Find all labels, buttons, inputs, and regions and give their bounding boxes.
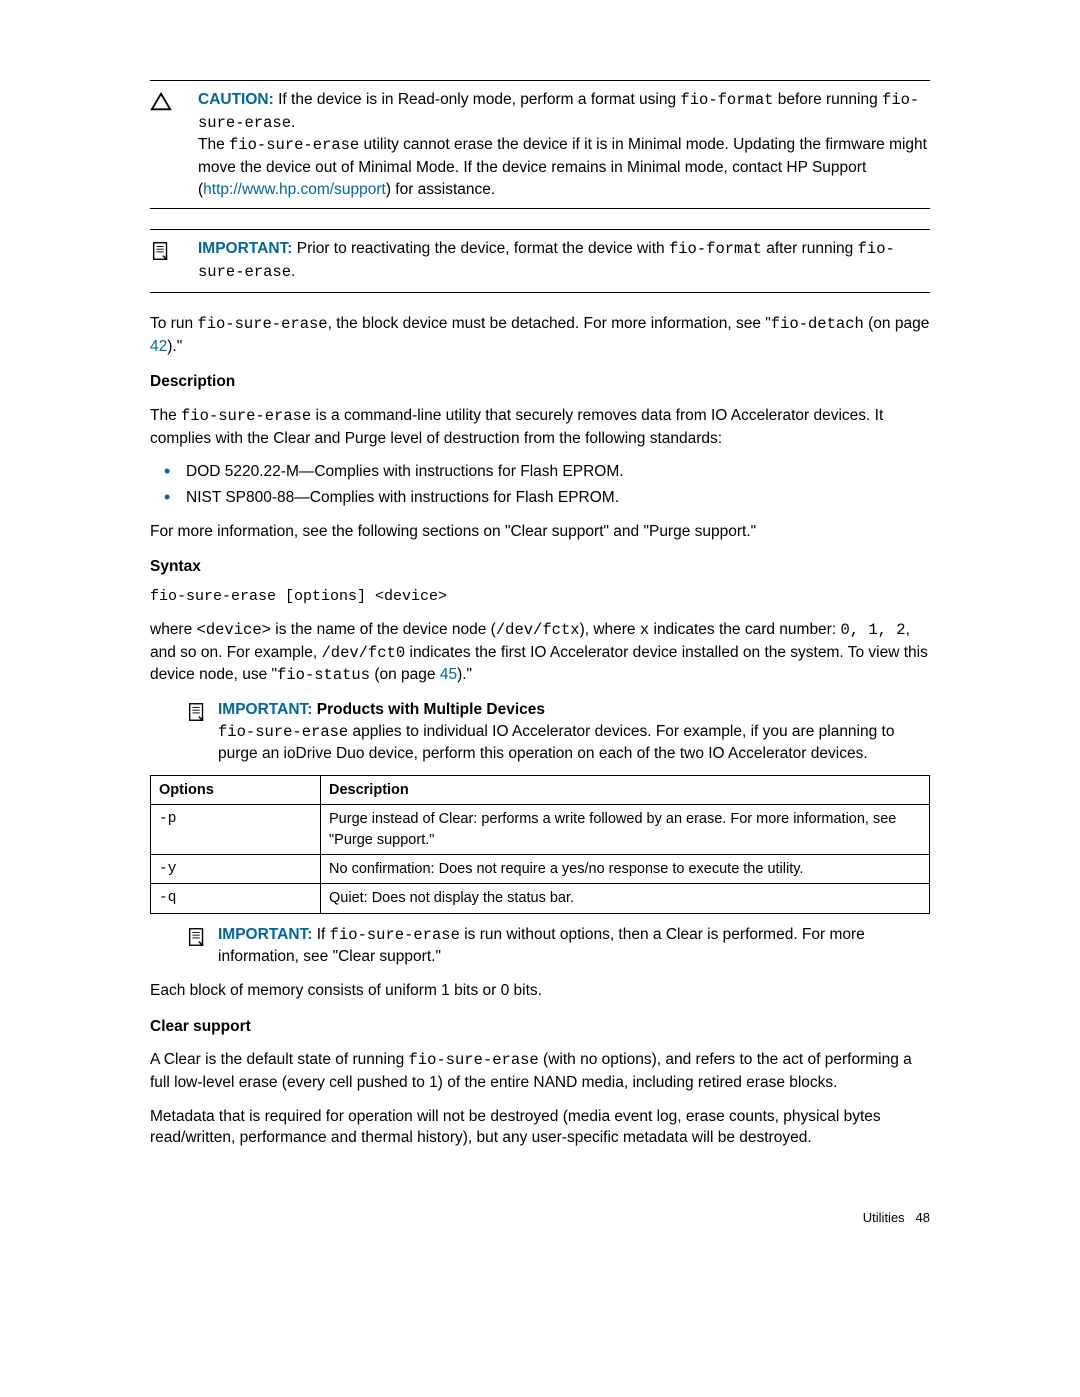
list-item: DOD 5220.22-M—Complies with instructions… <box>150 461 930 483</box>
important-callout-3: IMPORTANT: If fio-sure-erase is run with… <box>150 924 930 968</box>
table-row: -y No confirmation: Does not require a y… <box>151 855 930 884</box>
clear1-cmd: fio-sure-erase <box>409 1051 539 1069</box>
header-description: Description <box>321 776 930 805</box>
para-clear-2: Metadata that is required for operation … <box>150 1106 930 1149</box>
detach-cmd: fio-sure-erase <box>197 315 327 333</box>
where-t2: ), where <box>580 621 640 638</box>
desc-cell: Quiet: Does not display the status bar. <box>321 884 930 913</box>
table-row: -q Quiet: Does not display the status ba… <box>151 884 930 913</box>
para-detach: To run fio-sure-erase, the block device … <box>150 313 930 357</box>
desc-pre: The <box>150 407 181 424</box>
heading-description: Description <box>150 371 930 393</box>
desc-cmd: fio-sure-erase <box>181 407 311 425</box>
opt-cell: -p <box>151 805 321 855</box>
where-t7: )." <box>457 666 472 683</box>
important-3-body: IMPORTANT: If fio-sure-erase is run with… <box>218 924 930 968</box>
imp2-title: Products with Multiple Devices <box>317 701 545 718</box>
table-row: -p Purge instead of Clear: performs a wr… <box>151 805 930 855</box>
where-path: /dev/fctx <box>496 621 580 639</box>
imp1-cmd1: fio-format <box>669 240 762 258</box>
detach-mid: , the block device must be detached. For… <box>328 315 771 332</box>
heading-clear-support: Clear support <box>150 1016 930 1038</box>
where-x: x <box>640 621 649 639</box>
caution-text-2a: The <box>198 136 229 153</box>
imp1-pre: Prior to reactivating the device, format… <box>297 240 669 257</box>
where-path2: /dev/fct0 <box>321 644 405 662</box>
caution-callout: CAUTION: If the device is in Read-only m… <box>150 80 930 209</box>
important-2-body: IMPORTANT: Products with Multiple Device… <box>218 699 930 765</box>
note-icon <box>150 699 218 765</box>
where-cmd: fio-status <box>277 666 370 684</box>
imp3-post: is run without options, then a Clear is … <box>218 926 865 966</box>
footer-page: 48 <box>916 1210 930 1225</box>
opt-cell: -y <box>151 855 321 884</box>
desc-cell: Purge instead of Clear: performs a write… <box>321 805 930 855</box>
syntax-block: fio-sure-erase [options] <device> <box>150 586 930 607</box>
important-label-2: IMPORTANT: <box>218 701 312 718</box>
where-dev: <device> <box>197 621 271 639</box>
caution-label: CAUTION: <box>198 91 274 108</box>
para-where: where <device> is the name of the device… <box>150 619 930 687</box>
imp3-cmd: fio-sure-erase <box>330 926 460 944</box>
imp3-pre: If <box>317 926 330 943</box>
note-icon <box>150 238 198 283</box>
heading-syntax: Syntax <box>150 556 930 578</box>
imp1-end: . <box>291 263 295 280</box>
caution-text-2c: ) for assistance. <box>386 181 495 198</box>
detach-cmd2: fio-detach <box>771 315 864 333</box>
important-callout-1: IMPORTANT: Prior to reactivating the dev… <box>150 229 930 292</box>
where-t1: is the name of the device node ( <box>271 621 496 638</box>
note-icon <box>150 924 218 968</box>
hp-support-link[interactable]: http://www.hp.com/support <box>203 181 386 198</box>
table-header-row: Options Description <box>151 776 930 805</box>
important-label-3: IMPORTANT: <box>218 926 312 943</box>
detach-page[interactable]: 42 <box>150 338 167 355</box>
standards-list: DOD 5220.22-M—Complies with instructions… <box>150 461 930 508</box>
where-t6: (on page <box>370 666 440 683</box>
page-footer: Utilities 48 <box>150 1209 930 1227</box>
caution-text-1b: before running <box>773 91 882 108</box>
where-nums: 0, 1, 2 <box>840 621 905 639</box>
desc-cell: No confirmation: Does not require a yes/… <box>321 855 930 884</box>
para-bits: Each block of memory consists of uniform… <box>150 980 930 1002</box>
list-item: NIST SP800-88—Complies with instructions… <box>150 487 930 509</box>
opt-cell: -q <box>151 884 321 913</box>
detach-after: (on page <box>864 315 930 332</box>
clear1-pre: A Clear is the default state of running <box>150 1051 409 1068</box>
caution-body: CAUTION: If the device is in Read-only m… <box>198 89 930 200</box>
options-table: Options Description -p Purge instead of … <box>150 775 930 913</box>
where-pre: where <box>150 621 197 638</box>
imp2-cmd: fio-sure-erase <box>218 723 348 741</box>
detach-pre: To run <box>150 315 197 332</box>
caution-icon <box>150 89 198 200</box>
para-more-info: For more information, see the following … <box>150 521 930 543</box>
where-page[interactable]: 45 <box>440 666 457 683</box>
important-callout-2: IMPORTANT: Products with Multiple Device… <box>150 699 930 765</box>
where-t3: indicates the card number: <box>649 621 840 638</box>
para-clear-1: A Clear is the default state of running … <box>150 1049 930 1093</box>
caution-text-1a: If the device is in Read-only mode, perf… <box>278 91 680 108</box>
para-description: The fio-sure-erase is a command-line uti… <box>150 405 930 449</box>
caution-cmd-3: fio-sure-erase <box>229 136 359 154</box>
imp1-mid: after running <box>762 240 858 257</box>
important-1-body: IMPORTANT: Prior to reactivating the dev… <box>198 238 930 283</box>
header-options: Options <box>151 776 321 805</box>
important-label-1: IMPORTANT: <box>198 240 292 257</box>
detach-end: )." <box>167 338 182 355</box>
caution-cmd-1: fio-format <box>680 91 773 109</box>
caution-text-1c: . <box>291 114 295 131</box>
footer-section: Utilities <box>863 1210 905 1225</box>
